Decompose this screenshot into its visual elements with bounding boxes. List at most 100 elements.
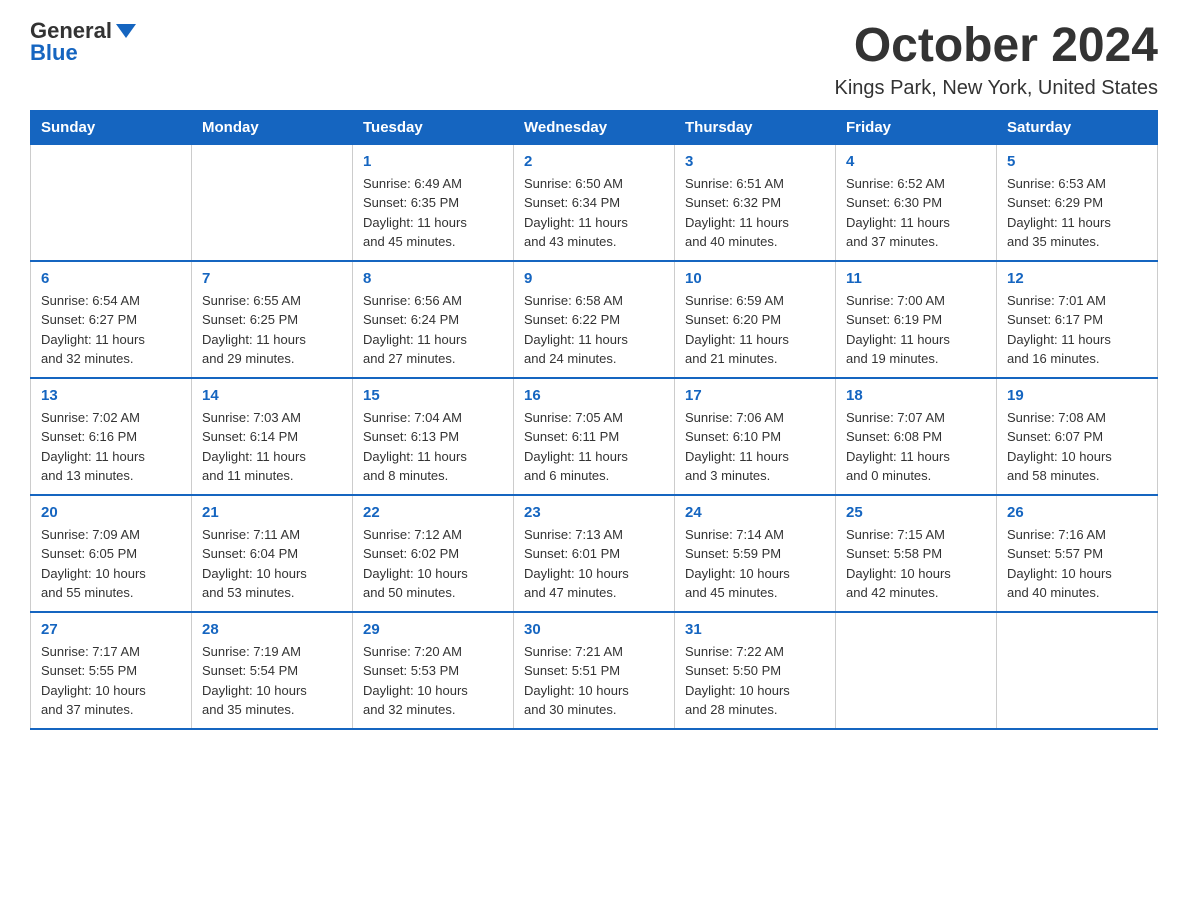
day-number: 6	[41, 270, 181, 287]
day-number: 14	[202, 387, 342, 404]
calendar-week-2: 6Sunrise: 6:54 AM Sunset: 6:27 PM Daylig…	[31, 261, 1158, 378]
month-title: October 2024	[835, 20, 1159, 73]
calendar-cell	[31, 144, 192, 261]
calendar-week-4: 20 Sunrise: 7:09 AM Sunset: 6:05 PM Dayli…	[31, 495, 1158, 612]
header-sunday: Sunday	[31, 110, 192, 144]
day-number: 29	[363, 621, 503, 638]
calendar-cell: 4Sunrise: 6:52 AM Sunset: 6:30 PM Daylig…	[836, 144, 997, 261]
day-number: 28	[202, 621, 342, 638]
day-number: 25	[846, 504, 986, 521]
logo-triangle-icon	[116, 24, 136, 38]
calendar-cell: 27 Sunrise: 7:17 AM Sunset: 5:55 PM Dayli…	[31, 612, 192, 729]
calendar-cell	[192, 144, 353, 261]
day-info: Sunrise: 7:13 AM Sunset: 6:01 PM Dayligh…	[524, 525, 664, 603]
day-info: Sunrise: 7:11 AM Sunset: 6:04 PM Dayligh…	[202, 525, 342, 603]
logo: General Blue	[30, 20, 136, 64]
day-info: Sunrise: 7:21 AM Sunset: 5:51 PM Dayligh…	[524, 642, 664, 720]
header-tuesday: Tuesday	[353, 110, 514, 144]
logo-general-text: General	[30, 20, 112, 42]
calendar-cell: 2Sunrise: 6:50 AM Sunset: 6:34 PM Daylig…	[514, 144, 675, 261]
header-saturday: Saturday	[997, 110, 1158, 144]
day-info: Sunrise: 7:14 AM Sunset: 5:59 PM Dayligh…	[685, 525, 825, 603]
calendar-cell: 26Sunrise: 7:16 AM Sunset: 5:57 PM Dayli…	[997, 495, 1158, 612]
day-info: Sunrise: 6:50 AM Sunset: 6:34 PM Dayligh…	[524, 174, 664, 252]
day-info: Sunrise: 7:20 AM Sunset: 5:53 PM Dayligh…	[363, 642, 503, 720]
calendar-cell: 23Sunrise: 7:13 AM Sunset: 6:01 PM Dayli…	[514, 495, 675, 612]
calendar-header: Sunday Monday Tuesday Wednesday Thursday…	[31, 110, 1158, 144]
day-number: 18	[846, 387, 986, 404]
day-number: 21	[202, 504, 342, 521]
calendar-cell: 7 Sunrise: 6:55 AM Sunset: 6:25 PM Daylig…	[192, 261, 353, 378]
day-number: 13	[41, 387, 181, 404]
calendar-cell: 13 Sunrise: 7:02 AM Sunset: 6:16 PM Dayli…	[31, 378, 192, 495]
day-info: Sunrise: 7:06 AM Sunset: 6:10 PM Dayligh…	[685, 408, 825, 486]
calendar-cell: 14 Sunrise: 7:03 AM Sunset: 6:14 PM Dayli…	[192, 378, 353, 495]
calendar-cell: 6Sunrise: 6:54 AM Sunset: 6:27 PM Daylig…	[31, 261, 192, 378]
calendar-cell: 22Sunrise: 7:12 AM Sunset: 6:02 PM Dayli…	[353, 495, 514, 612]
day-number: 7	[202, 270, 342, 287]
day-number: 20	[41, 504, 181, 521]
calendar-cell: 1 Sunrise: 6:49 AM Sunset: 6:35 PM Daylig…	[353, 144, 514, 261]
calendar-cell: 16 Sunrise: 7:05 AM Sunset: 6:11 PM Dayli…	[514, 378, 675, 495]
day-info: Sunrise: 7:22 AM Sunset: 5:50 PM Dayligh…	[685, 642, 825, 720]
day-info: Sunrise: 7:00 AM Sunset: 6:19 PM Dayligh…	[846, 291, 986, 369]
day-info: Sunrise: 7:02 AM Sunset: 6:16 PM Dayligh…	[41, 408, 181, 486]
day-info: Sunrise: 6:53 AM Sunset: 6:29 PM Dayligh…	[1007, 174, 1147, 252]
header-row: Sunday Monday Tuesday Wednesday Thursday…	[31, 110, 1158, 144]
day-info: Sunrise: 7:01 AM Sunset: 6:17 PM Dayligh…	[1007, 291, 1147, 369]
day-number: 12	[1007, 270, 1147, 287]
day-number: 19	[1007, 387, 1147, 404]
header-monday: Monday	[192, 110, 353, 144]
calendar-cell: 21 Sunrise: 7:11 AM Sunset: 6:04 PM Dayli…	[192, 495, 353, 612]
calendar-week-5: 27 Sunrise: 7:17 AM Sunset: 5:55 PM Dayli…	[31, 612, 1158, 729]
day-info: Sunrise: 7:17 AM Sunset: 5:55 PM Dayligh…	[41, 642, 181, 720]
calendar-cell: 3 Sunrise: 6:51 AM Sunset: 6:32 PM Daylig…	[675, 144, 836, 261]
calendar-cell	[836, 612, 997, 729]
logo-blue-text: Blue	[30, 42, 78, 64]
calendar-cell: 18 Sunrise: 7:07 AM Sunset: 6:08 PM Dayli…	[836, 378, 997, 495]
calendar-cell: 8 Sunrise: 6:56 AM Sunset: 6:24 PM Daylig…	[353, 261, 514, 378]
calendar-cell: 31Sunrise: 7:22 AM Sunset: 5:50 PM Dayli…	[675, 612, 836, 729]
calendar-cell: 30 Sunrise: 7:21 AM Sunset: 5:51 PM Dayli…	[514, 612, 675, 729]
day-number: 3	[685, 153, 825, 170]
day-number: 15	[363, 387, 503, 404]
day-number: 24	[685, 504, 825, 521]
day-info: Sunrise: 6:51 AM Sunset: 6:32 PM Dayligh…	[685, 174, 825, 252]
calendar-week-3: 13 Sunrise: 7:02 AM Sunset: 6:16 PM Dayli…	[31, 378, 1158, 495]
day-info: Sunrise: 6:49 AM Sunset: 6:35 PM Dayligh…	[363, 174, 503, 252]
title-section: October 2024 Kings Park, New York, Unite…	[835, 20, 1159, 100]
calendar-cell: 24 Sunrise: 7:14 AM Sunset: 5:59 PM Dayli…	[675, 495, 836, 612]
day-number: 1	[363, 153, 503, 170]
day-info: Sunrise: 7:19 AM Sunset: 5:54 PM Dayligh…	[202, 642, 342, 720]
day-info: Sunrise: 7:08 AM Sunset: 6:07 PM Dayligh…	[1007, 408, 1147, 486]
calendar-cell: 5Sunrise: 6:53 AM Sunset: 6:29 PM Daylig…	[997, 144, 1158, 261]
calendar-cell: 20 Sunrise: 7:09 AM Sunset: 6:05 PM Dayli…	[31, 495, 192, 612]
day-number: 17	[685, 387, 825, 404]
day-info: Sunrise: 7:05 AM Sunset: 6:11 PM Dayligh…	[524, 408, 664, 486]
day-info: Sunrise: 7:09 AM Sunset: 6:05 PM Dayligh…	[41, 525, 181, 603]
calendar-table: Sunday Monday Tuesday Wednesday Thursday…	[30, 110, 1158, 730]
calendar-cell: 9 Sunrise: 6:58 AM Sunset: 6:22 PM Daylig…	[514, 261, 675, 378]
day-info: Sunrise: 6:56 AM Sunset: 6:24 PM Dayligh…	[363, 291, 503, 369]
calendar-cell: 25 Sunrise: 7:15 AM Sunset: 5:58 PM Dayli…	[836, 495, 997, 612]
day-number: 26	[1007, 504, 1147, 521]
day-info: Sunrise: 6:55 AM Sunset: 6:25 PM Dayligh…	[202, 291, 342, 369]
day-info: Sunrise: 7:04 AM Sunset: 6:13 PM Dayligh…	[363, 408, 503, 486]
day-number: 10	[685, 270, 825, 287]
day-number: 16	[524, 387, 664, 404]
calendar-cell: 15 Sunrise: 7:04 AM Sunset: 6:13 PM Dayli…	[353, 378, 514, 495]
header-thursday: Thursday	[675, 110, 836, 144]
calendar-cell: 17 Sunrise: 7:06 AM Sunset: 6:10 PM Dayli…	[675, 378, 836, 495]
day-number: 30	[524, 621, 664, 638]
location: Kings Park, New York, United States	[835, 77, 1159, 100]
day-number: 8	[363, 270, 503, 287]
calendar-cell: 10 Sunrise: 6:59 AM Sunset: 6:20 PM Dayli…	[675, 261, 836, 378]
day-info: Sunrise: 7:07 AM Sunset: 6:08 PM Dayligh…	[846, 408, 986, 486]
day-info: Sunrise: 6:59 AM Sunset: 6:20 PM Dayligh…	[685, 291, 825, 369]
day-info: Sunrise: 7:15 AM Sunset: 5:58 PM Dayligh…	[846, 525, 986, 603]
day-info: Sunrise: 6:58 AM Sunset: 6:22 PM Dayligh…	[524, 291, 664, 369]
day-number: 27	[41, 621, 181, 638]
calendar-week-1: 1 Sunrise: 6:49 AM Sunset: 6:35 PM Daylig…	[31, 144, 1158, 261]
day-info: Sunrise: 7:03 AM Sunset: 6:14 PM Dayligh…	[202, 408, 342, 486]
day-number: 9	[524, 270, 664, 287]
